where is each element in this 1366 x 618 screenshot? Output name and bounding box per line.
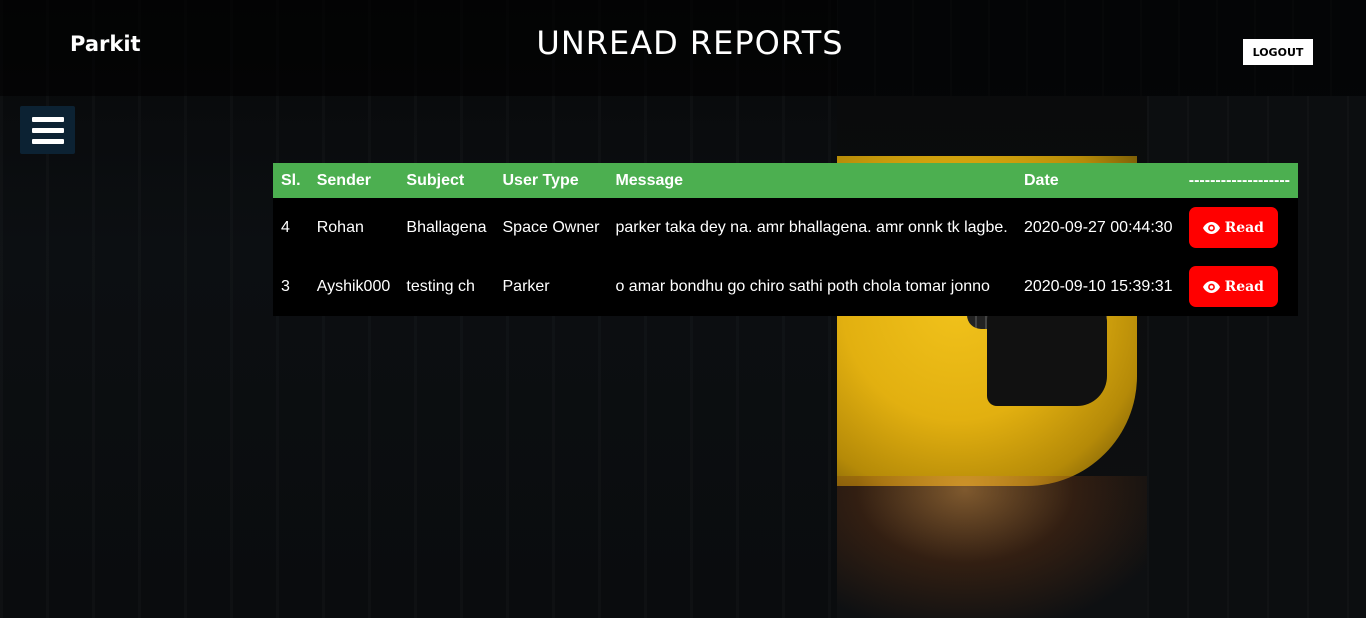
table-row: 4 Rohan Bhallagena Space Owner parker ta… bbox=[273, 198, 1298, 257]
cell-date: 2020-09-10 15:39:31 bbox=[1023, 277, 1173, 295]
eye-icon bbox=[1202, 221, 1220, 234]
table-row: 3 Ayshik000 testing ch Parker o amar bon… bbox=[273, 257, 1298, 316]
cell-action: Read bbox=[1181, 198, 1298, 257]
read-button-label: Read bbox=[1224, 278, 1264, 295]
column-header-subject: Subject bbox=[406, 171, 465, 189]
reports-table-container: Sl. Sender Subject User Type Message Dat… bbox=[273, 163, 1298, 316]
cell-subject: Bhallagena bbox=[406, 218, 487, 236]
hamburger-icon bbox=[31, 116, 64, 122]
cell-message: o amar bondhu go chiro sathi poth chola … bbox=[615, 277, 990, 295]
hamburger-icon-bar bbox=[31, 127, 64, 133]
read-button[interactable]: Read bbox=[1188, 266, 1278, 307]
hamburger-icon-bar bbox=[31, 138, 64, 144]
column-header-date: Date bbox=[1023, 171, 1059, 189]
cell-sender: Ayshik000 bbox=[316, 277, 391, 295]
cell-action: Read bbox=[1181, 257, 1298, 316]
cell-message: parker taka dey na. amr bhallagena. amr … bbox=[615, 218, 1008, 236]
read-button[interactable]: Read bbox=[1188, 207, 1278, 248]
column-header-message: Message bbox=[615, 171, 684, 189]
eye-icon bbox=[1202, 280, 1220, 293]
menu-toggle-button[interactable] bbox=[20, 106, 75, 154]
column-header-action: ------------------- bbox=[1188, 171, 1290, 189]
reports-table: Sl. Sender Subject User Type Message Dat… bbox=[273, 163, 1298, 316]
table-header-row: Sl. Sender Subject User Type Message Dat… bbox=[273, 163, 1298, 198]
cell-sl: 4 bbox=[281, 218, 290, 236]
cell-sl: 3 bbox=[281, 277, 290, 295]
cell-subject: testing ch bbox=[406, 277, 475, 295]
column-header-sl: Sl. bbox=[281, 171, 301, 189]
page-title: UNREAD REPORTS bbox=[536, 24, 844, 62]
column-header-sender: Sender bbox=[316, 171, 371, 189]
logout-button[interactable]: LOGOUT bbox=[1243, 39, 1313, 65]
column-header-user-type: User Type bbox=[502, 171, 579, 189]
car-vent bbox=[987, 311, 1107, 406]
read-button-label: Read bbox=[1224, 219, 1264, 236]
top-bar: Parkit UNREAD REPORTS LOGOUT bbox=[0, 0, 1366, 96]
page: Parkit UNREAD REPORTS LOGOUT Sl. Sender … bbox=[0, 0, 1366, 618]
floor-glow bbox=[837, 476, 1157, 618]
cell-date: 2020-09-27 00:44:30 bbox=[1023, 218, 1173, 236]
cell-user-type: Space Owner bbox=[502, 218, 600, 236]
cell-sender: Rohan bbox=[316, 218, 364, 236]
cell-user-type: Parker bbox=[502, 277, 550, 295]
